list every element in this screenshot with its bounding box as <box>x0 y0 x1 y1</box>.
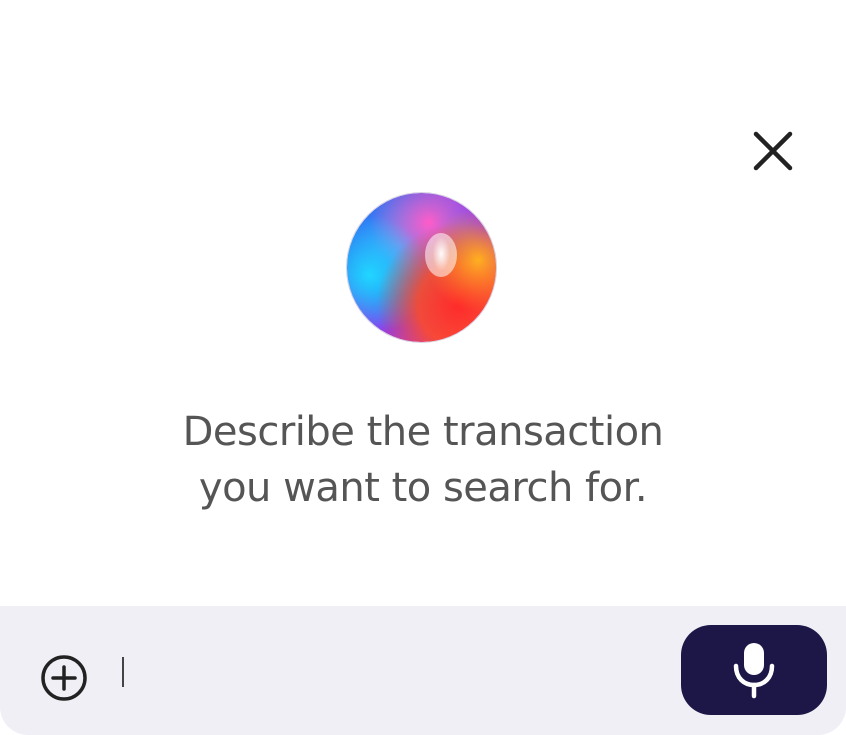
plus-circle-icon <box>41 655 87 701</box>
prompt-line-2: you want to search for. <box>198 465 648 511</box>
prompt-text: Describe the transaction you want to sea… <box>120 404 726 516</box>
text-caret <box>122 657 124 687</box>
transaction-search-dialog: Describe the transaction you want to sea… <box>0 0 846 735</box>
close-icon <box>753 131 793 171</box>
add-attachment-button[interactable] <box>38 652 90 704</box>
close-button[interactable] <box>748 126 798 176</box>
message-input[interactable] <box>110 646 654 698</box>
prompt-line-1: Describe the transaction <box>182 409 664 455</box>
voice-input-button[interactable] <box>681 625 827 715</box>
ai-orb-icon <box>347 193 496 342</box>
microphone-icon <box>733 643 775 699</box>
chat-input-bar <box>0 606 846 735</box>
